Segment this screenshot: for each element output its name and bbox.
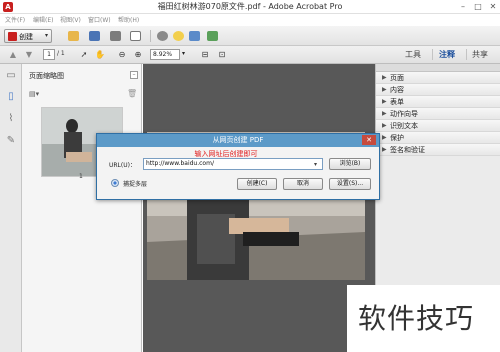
window-title: 福田红树林游070原文件.pdf - Adobe Acrobat Pro: [157, 2, 343, 11]
share-icon[interactable]: [207, 31, 218, 41]
save-icon[interactable]: [89, 31, 100, 41]
zoom-input[interactable]: 8.92%: [150, 49, 180, 60]
navigation-toolbar: ▲ ▼ 1 / 1 ➚ ✋ ⊖ ⊕ 8.92% ▾ ⊟ ⊡ 工具 注释 共享: [0, 46, 500, 64]
tools-item-action-wizard[interactable]: ▶ 动作向导: [376, 108, 500, 120]
close-icon[interactable]: ✕: [486, 0, 500, 14]
close-icon[interactable]: ✕: [362, 135, 376, 145]
chevron-right-icon: ▶: [382, 98, 387, 105]
tab-share[interactable]: 共享: [472, 49, 488, 60]
email-icon[interactable]: [130, 31, 141, 41]
menu-view[interactable]: 视图(V): [60, 15, 81, 24]
tools-item-label: 表单: [390, 98, 404, 106]
url-input[interactable]: http://www.baidu.com/ ▾: [143, 158, 323, 170]
page-thumbnails-icon[interactable]: ▭: [5, 69, 17, 82]
tools-item-content[interactable]: ▶ 内容: [376, 84, 500, 96]
chevron-down-icon: ▾: [45, 32, 49, 39]
capture-multiple-levels-label: 捕捉多层: [123, 181, 148, 188]
main-toolbar: 创建 ▾: [0, 26, 500, 46]
chevron-right-icon: ▶: [382, 122, 387, 129]
gear-icon[interactable]: [157, 31, 168, 41]
tab-comment[interactable]: 注释: [439, 49, 455, 60]
chevron-right-icon: ▶: [382, 86, 387, 93]
cancel-button[interactable]: 取消: [283, 178, 323, 190]
chevron-right-icon: ▶: [382, 110, 387, 117]
chevron-down-icon[interactable]: ▾: [314, 160, 317, 170]
menu-window[interactable]: 窗口(W): [88, 15, 111, 24]
panel-title: 页面缩略图: [29, 72, 64, 80]
zoom-in-icon[interactable]: ⊕: [133, 50, 143, 60]
watermark-text: 软件技巧: [358, 302, 475, 335]
tools-item-label: 识别文本: [390, 122, 418, 130]
thumbnail-panel: 页面缩略图 – ▤▾ 🗑 1: [22, 64, 142, 352]
url-label: URL(U)：: [109, 162, 136, 169]
tab-divider: [466, 49, 467, 60]
tools-item-pages[interactable]: ▶ 页面: [376, 72, 500, 84]
create-label: 创建: [19, 33, 33, 41]
minimize-icon[interactable]: –: [456, 0, 470, 14]
title-bar: A 福田红树林游070原文件.pdf - Adobe Acrobat Pro –…: [0, 0, 500, 14]
menu-bar: 文件(F) 编辑(E) 视图(V) 窗口(W) 帮助(H): [0, 14, 500, 26]
chevron-down-icon[interactable]: ▾: [182, 50, 185, 57]
tab-tools[interactable]: 工具: [405, 49, 421, 60]
zoom-out-icon[interactable]: ⊖: [117, 50, 127, 60]
tools-item-label: 签名和验证: [390, 146, 425, 154]
capture-multiple-levels-radio[interactable]: [111, 179, 119, 187]
menu-file[interactable]: 文件(F): [5, 15, 25, 24]
dialog-title-bar[interactable]: 从网页创建 PDF ✕: [97, 134, 379, 147]
menu-edit[interactable]: 编辑(E): [33, 15, 53, 24]
chevron-right-icon: ▶: [382, 74, 387, 81]
tools-item-label: 内容: [390, 86, 404, 94]
open-folder-icon[interactable]: [68, 31, 79, 41]
create-pdf-from-web-dialog: 从网页创建 PDF ✕ URL(U)： http://www.baidu.com…: [96, 133, 380, 200]
annotation-note: 输入网址后创建即可: [194, 150, 258, 158]
attachment-icon[interactable]: ⌇: [5, 112, 17, 125]
bookmark-icon[interactable]: ▯: [5, 90, 17, 103]
next-page-icon[interactable]: ▼: [24, 50, 34, 60]
page-total: / 1: [57, 50, 65, 57]
select-tool-icon[interactable]: ➚: [79, 50, 89, 60]
tab-divider: [432, 49, 433, 60]
chevron-right-icon: ▶: [382, 134, 387, 141]
tools-item-label: 保护: [390, 134, 404, 142]
chevron-right-icon: ▶: [382, 146, 387, 153]
settings-button[interactable]: 设置(S)...: [329, 178, 371, 190]
signature-icon[interactable]: ✎: [5, 134, 17, 147]
tools-item-forms[interactable]: ▶ 表单: [376, 96, 500, 108]
tools-panel-header: [376, 64, 500, 72]
trash-icon[interactable]: 🗑: [127, 89, 137, 98]
menu-help[interactable]: 帮助(H): [118, 15, 139, 24]
tools-item-protection[interactable]: ▶ 保护: [376, 132, 500, 144]
tools-item-sign-certify[interactable]: ▶ 签名和验证: [376, 144, 500, 156]
previous-page-icon[interactable]: ▲: [8, 50, 18, 60]
maximize-icon[interactable]: □: [471, 0, 485, 14]
print-icon[interactable]: [110, 31, 121, 41]
create-button[interactable]: 创建 ▾: [4, 29, 52, 43]
tools-item-label: 页面: [390, 74, 404, 82]
fit-page-icon[interactable]: ⊡: [217, 50, 227, 60]
navigation-pane-strip: ▭ ▯ ⌇ ✎: [0, 64, 22, 352]
toolbar-divider: [150, 30, 151, 42]
thumbnail-page-number: 1: [79, 173, 83, 180]
url-input-value: http://www.baidu.com/: [146, 160, 214, 167]
panel-close-icon[interactable]: –: [130, 71, 138, 79]
hand-tool-icon[interactable]: ✋: [95, 50, 105, 60]
fit-width-icon[interactable]: ⊟: [200, 50, 210, 60]
browse-button[interactable]: 浏览(B): [329, 158, 371, 170]
page-number-input[interactable]: 1: [43, 49, 55, 60]
dialog-title: 从网页创建 PDF: [212, 136, 264, 144]
tools-item-label: 动作向导: [390, 110, 418, 118]
options-icon[interactable]: ▤▾: [29, 90, 39, 98]
create-button[interactable]: 创建(C): [237, 178, 277, 190]
edit-text-icon[interactable]: [189, 31, 200, 41]
comment-icon[interactable]: [173, 31, 184, 41]
create-pdf-icon: [8, 32, 17, 41]
tools-item-recognize-text[interactable]: ▶ 识别文本: [376, 120, 500, 132]
